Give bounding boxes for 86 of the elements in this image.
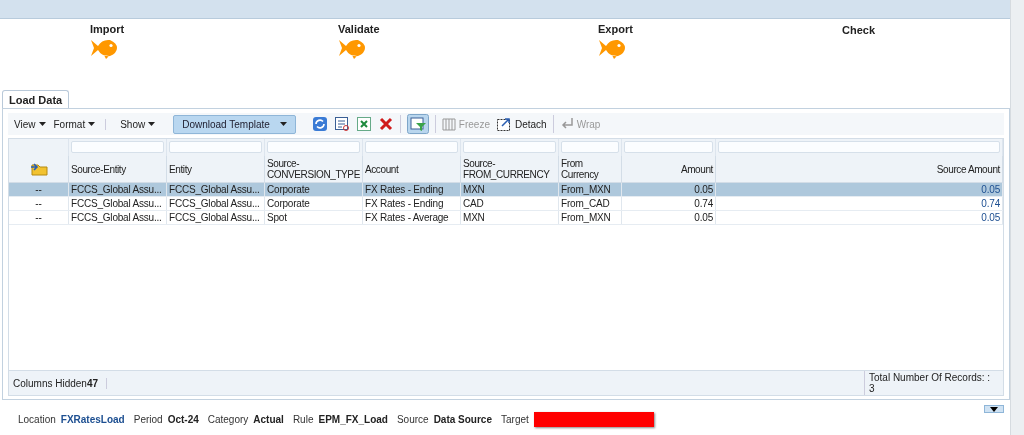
filter-field[interactable] — [169, 141, 262, 153]
table-cell: Corporate — [267, 184, 310, 195]
delete-icon[interactable] — [377, 116, 394, 132]
caret-icon — [990, 406, 998, 412]
column-header[interactable]: Entity — [169, 163, 192, 175]
total-records-count: 3 — [869, 383, 875, 394]
info-label: Location — [18, 413, 56, 425]
caret-icon — [38, 122, 46, 126]
table-cell: FCCS_Global Assu... — [71, 212, 162, 223]
scrollbar[interactable] — [1010, 0, 1024, 435]
menu-button[interactable]: View — [14, 118, 48, 130]
filter-field[interactable] — [71, 141, 164, 153]
filter-field[interactable] — [718, 141, 1000, 153]
column-header[interactable]: Amount — [680, 163, 713, 175]
table-cell: -- — [35, 184, 42, 195]
caret-icon — [88, 122, 96, 126]
folder-arrow-icon[interactable] — [29, 162, 48, 176]
table-cell: FCCS_Global Assu... — [71, 184, 162, 195]
table-cell: FX Rates - Ending — [365, 198, 444, 209]
location-link[interactable]: FXRatesLoad — [60, 413, 125, 425]
column-header[interactable]: Account — [365, 163, 399, 175]
table-cell: From_MXN — [561, 184, 611, 195]
table-cell: Spot — [267, 212, 287, 223]
info-label: Rule — [292, 413, 314, 425]
table-cell: FX Rates - Average — [365, 212, 449, 223]
column-header[interactable]: Source Amount — [936, 163, 1000, 175]
table-cell: 0.05 — [981, 212, 1000, 223]
detach-button[interactable]: Detach — [495, 116, 547, 132]
table-cell: -- — [35, 198, 42, 209]
table-cell: FCCS_Global Assu... — [71, 198, 162, 209]
info-value: Actual — [253, 413, 284, 425]
filter-field[interactable] — [624, 141, 713, 153]
table-cell: 0.05 — [981, 184, 1000, 195]
total-records-label: Total Number Of Records: : — [869, 372, 991, 383]
step-label: Export — [598, 23, 633, 35]
table-cell: From_MXN — [561, 212, 611, 223]
filter-icon[interactable] — [406, 114, 429, 134]
table-cell: FCCS_Global Assu... — [169, 198, 260, 209]
table-cell: FX Rates - Ending — [365, 184, 444, 195]
info-value: Data Source — [433, 413, 492, 425]
step-label: Import — [90, 23, 125, 35]
query-icon[interactable] — [333, 116, 350, 132]
table-row[interactable]: -- FCCS_Global Assu... FCCS_Global Assu... Corporate FX Rates - Ending CAD From_CAD 0.74 0.74 — [9, 197, 1003, 211]
column-header[interactable]: Source-Entity — [71, 163, 126, 175]
filter-field[interactable] — [365, 141, 458, 153]
info-label: Target — [501, 413, 529, 425]
collapse-button[interactable] — [984, 405, 1004, 413]
caret-icon — [148, 122, 156, 126]
refresh-icon[interactable] — [311, 116, 328, 132]
filter-field[interactable] — [561, 141, 619, 153]
table-cell: FCCS_Global Assu... — [169, 184, 260, 195]
excel-icon[interactable] — [355, 116, 372, 132]
return-arrow-icon — [559, 117, 574, 131]
table-cell: 0.05 — [694, 212, 713, 223]
menu-button[interactable]: Show — [105, 118, 158, 130]
filter-field[interactable] — [267, 141, 360, 153]
table-cell: MXN — [463, 212, 485, 223]
filter-field[interactable] — [463, 141, 556, 153]
table-cell: 0.74 — [981, 198, 1000, 209]
table-row[interactable]: -- FCCS_Global Assu... FCCS_Global Assu... Corporate FX Rates - Ending MXN From_MXN 0.05 0.05 — [9, 183, 1003, 197]
columns-icon — [441, 117, 456, 131]
table-cell: Corporate — [267, 198, 310, 209]
column-header[interactable]: From Currency — [561, 158, 619, 180]
table-cell: MXN — [463, 184, 485, 195]
column-header[interactable]: Source-FROM_CURRENCY — [463, 158, 556, 180]
columns-hidden-label: Columns Hidden — [13, 377, 87, 389]
download-template-button[interactable]: Download Template — [173, 114, 296, 134]
column-header[interactable]: Source-CONVERSION_TYPE — [267, 158, 360, 180]
step-label: Check — [842, 24, 876, 36]
detach-icon — [495, 116, 512, 132]
table-cell: -- — [35, 212, 42, 223]
table-cell: FCCS_Global Assu... — [169, 212, 260, 223]
table-cell: 0.74 — [694, 198, 713, 209]
menu-button[interactable]: Format — [53, 118, 98, 130]
table-cell: From_CAD — [561, 198, 610, 209]
caret-icon — [279, 122, 287, 126]
info-label: Source — [396, 413, 429, 425]
table-cell: 0.05 — [694, 184, 713, 195]
step-label: Validate — [338, 23, 380, 35]
info-value: Oct-24 — [167, 413, 199, 425]
load-data-tab[interactable]: Load Data — [2, 90, 70, 108]
table-cell: CAD — [463, 198, 484, 209]
columns-hidden-count: 47 — [86, 377, 108, 389]
info-label: Category — [207, 413, 249, 425]
info-value: EPM_FX_Load — [318, 413, 388, 425]
info-label: Period — [133, 413, 163, 425]
